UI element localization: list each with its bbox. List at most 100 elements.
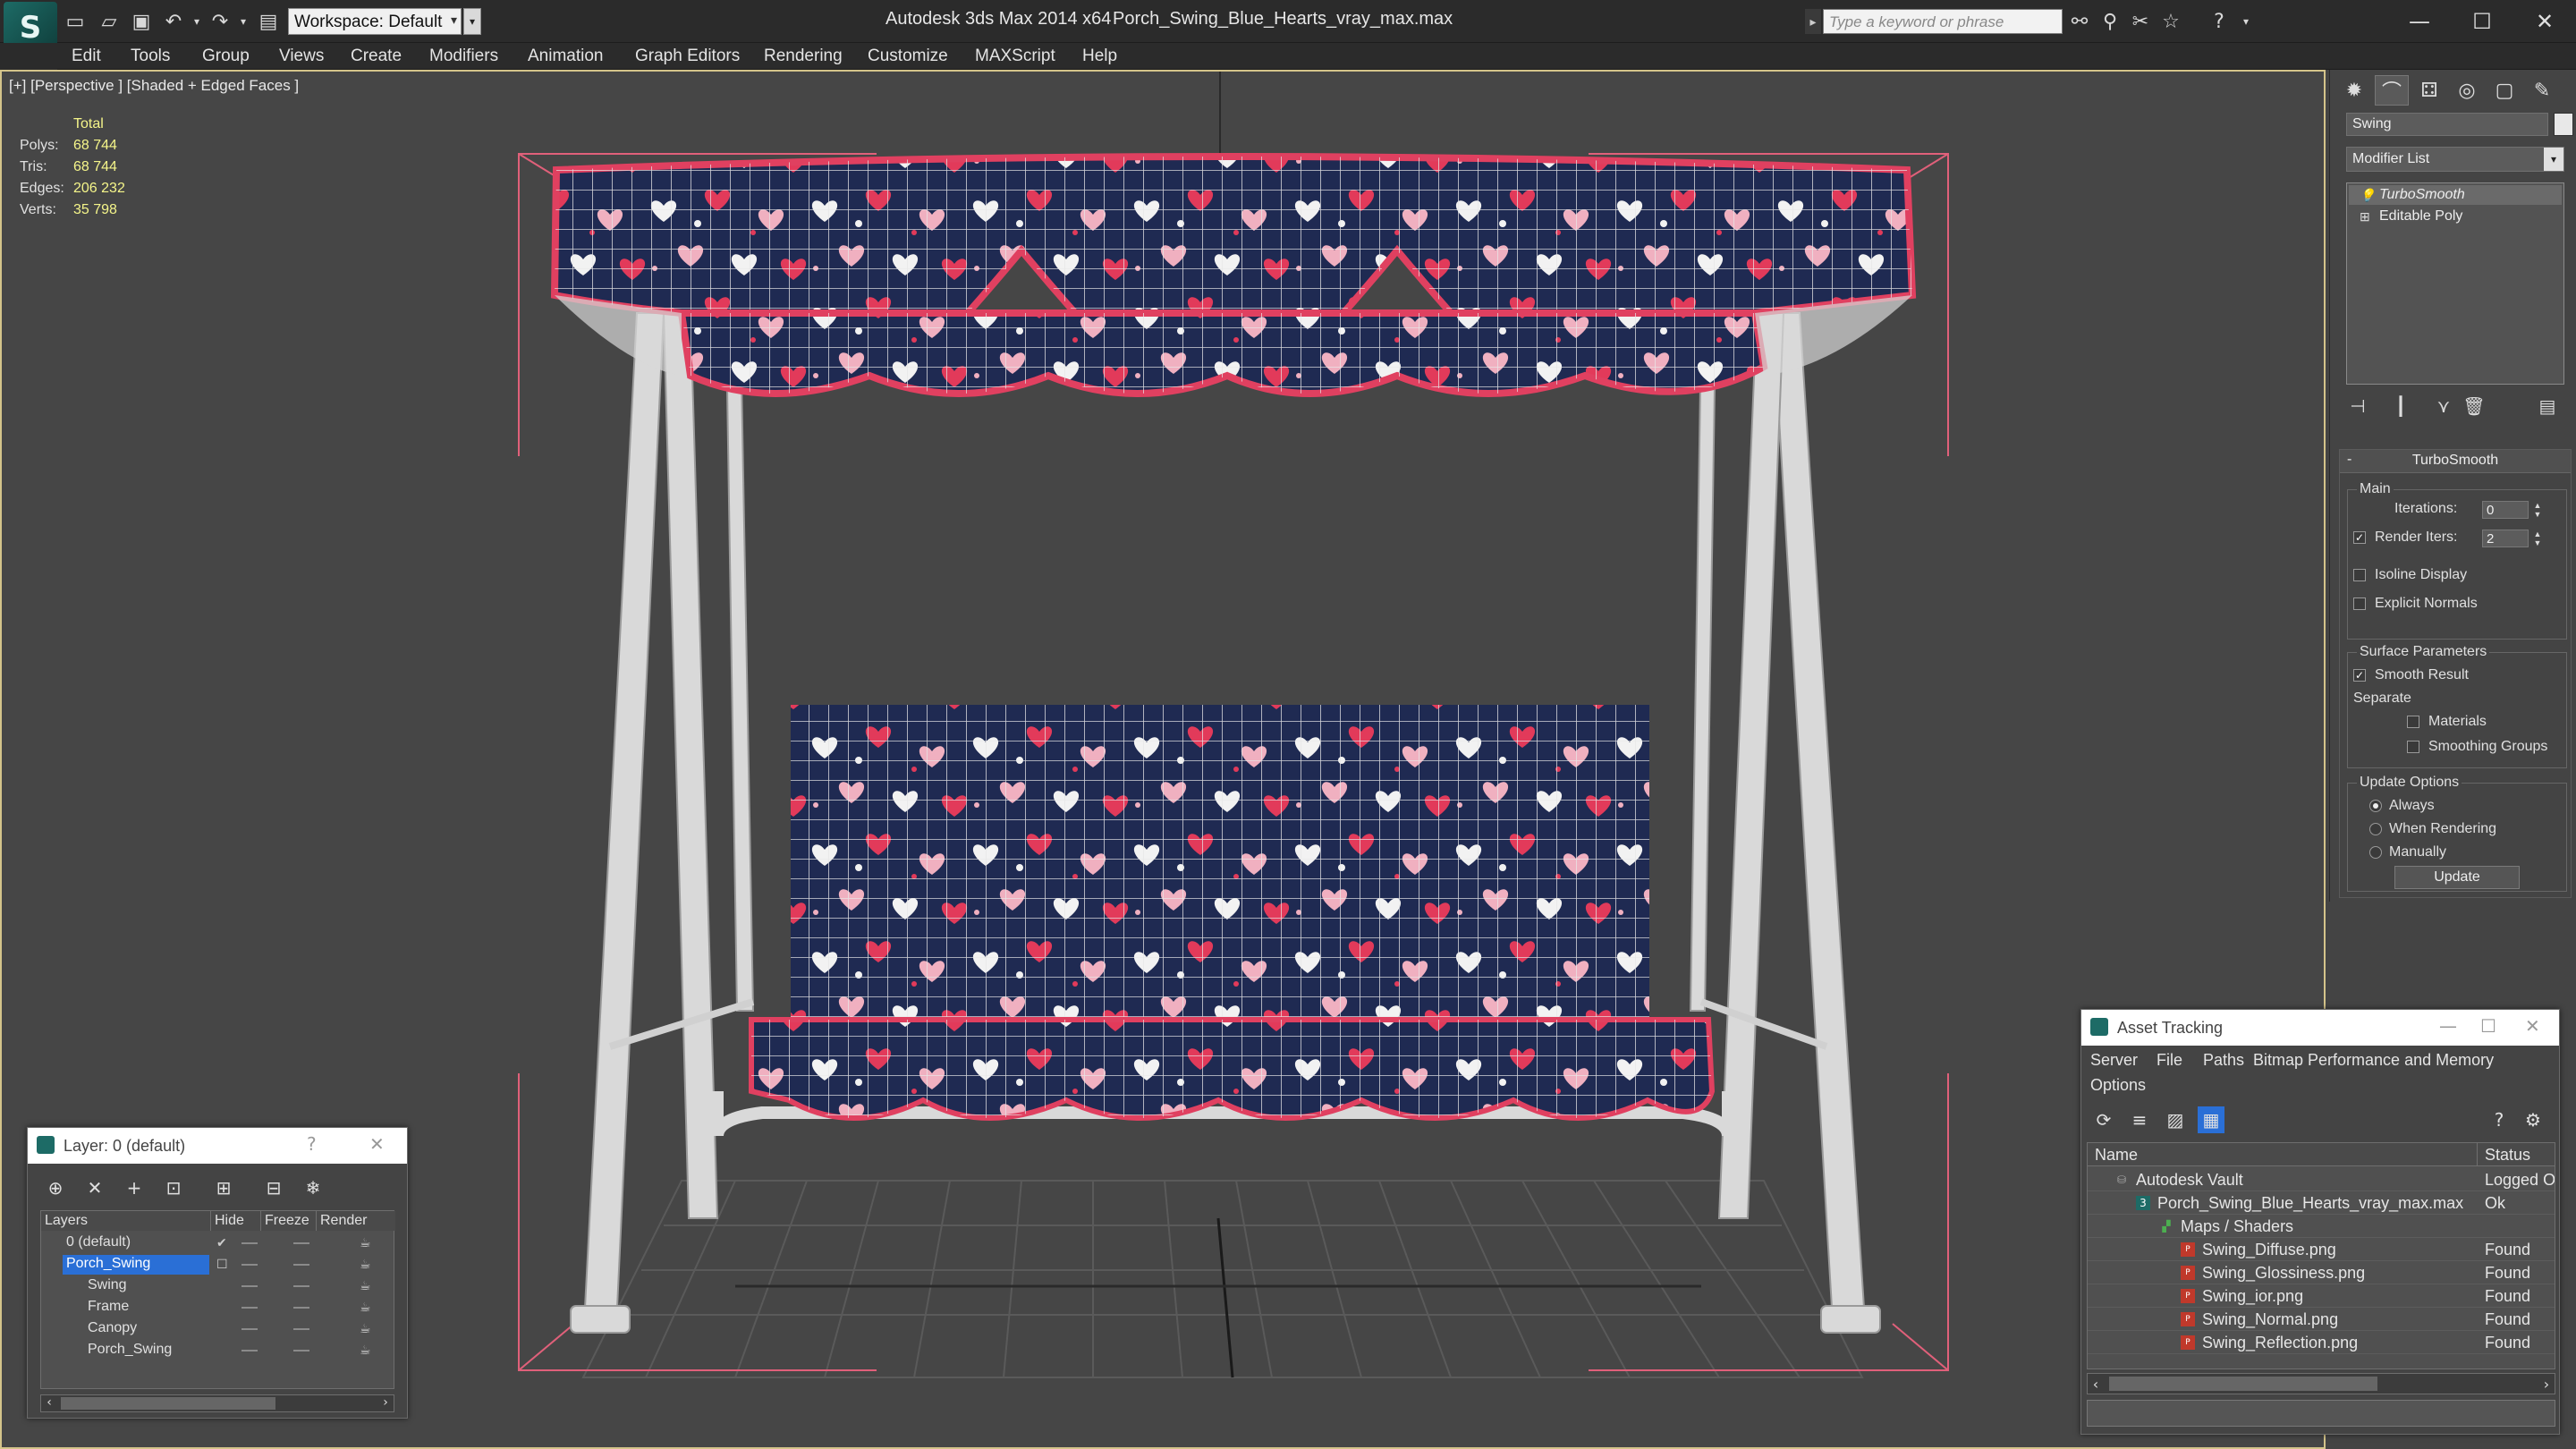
freeze-toggle[interactable]: [293, 1285, 309, 1287]
scroll-right-icon[interactable]: ›: [2538, 1376, 2555, 1393]
modifier-stack[interactable]: 💡 TurboSmooth ⊞ Editable Poly: [2346, 182, 2564, 385]
smoothing-groups-checkbox[interactable]: [2407, 741, 2419, 753]
asset-row[interactable]: P Swing_Normal.png Found: [2088, 1308, 2555, 1331]
asset-path-field[interactable]: [2087, 1400, 2555, 1427]
render-teapot-icon[interactable]: ☕: [360, 1279, 371, 1293]
menu-create[interactable]: Create: [351, 47, 402, 66]
subscription-key-icon[interactable]: ⚲: [2097, 8, 2123, 35]
stack-item-editable-poly[interactable]: ⊞ Editable Poly: [2349, 207, 2562, 226]
freeze-all-layers-icon[interactable]: ❄: [300, 1174, 326, 1201]
open-file-icon[interactable]: ▱: [97, 9, 122, 34]
column-header-layers[interactable]: Layers: [41, 1211, 211, 1231]
maximize-icon[interactable]: ☐: [2451, 4, 2513, 39]
help-icon[interactable]: ?: [307, 1133, 317, 1155]
render-iters-checkbox[interactable]: ✓: [2353, 531, 2366, 544]
show-end-result-icon[interactable]: ┃: [2385, 394, 2416, 419]
close-icon[interactable]: ✕: [2525, 1015, 2540, 1037]
asset-row[interactable]: ⛁ Autodesk Vault Logged O: [2088, 1168, 2555, 1191]
workspace-dropdown-button[interactable]: ▾: [463, 8, 481, 35]
manually-radio[interactable]: [2369, 846, 2382, 859]
iterations-spinner[interactable]: 0: [2482, 501, 2529, 519]
menu-paths[interactable]: Paths: [2203, 1051, 2244, 1070]
display-tab-icon[interactable]: ▢: [2487, 75, 2521, 106]
column-header-name[interactable]: Name: [2088, 1143, 2478, 1166]
rollout-header[interactable]: - TurboSmooth: [2340, 450, 2571, 473]
thumbnail-view-icon[interactable]: ▨: [2162, 1106, 2189, 1133]
table-view-icon[interactable]: ▦: [2198, 1106, 2224, 1133]
menu-customize[interactable]: Customize: [868, 47, 948, 66]
dialog-title-bar[interactable]: Asset Tracking — ☐ ✕: [2081, 1010, 2559, 1046]
redo-dropdown-icon[interactable]: ▾: [231, 9, 256, 34]
scroll-right-icon[interactable]: ›: [377, 1395, 394, 1411]
asset-row[interactable]: P Swing_Diffuse.png Found: [2088, 1238, 2555, 1261]
current-layer-check-icon[interactable]: ✔: [216, 1236, 227, 1250]
scroll-left-icon[interactable]: ‹: [2088, 1376, 2104, 1393]
list-view-icon[interactable]: ≡: [2126, 1106, 2153, 1133]
help-icon[interactable]: ?: [2486, 1106, 2512, 1133]
menu-graph-editors[interactable]: Graph Editors: [635, 47, 740, 66]
viewport-label[interactable]: [+] [Perspective ] [Shaded + Edged Faces…: [9, 77, 299, 95]
close-icon[interactable]: ✕: [2513, 4, 2576, 39]
asset-row[interactable]: ▞ Maps / Shaders: [2088, 1215, 2555, 1238]
close-icon[interactable]: ✕: [369, 1133, 385, 1155]
object-name[interactable]: Frame: [84, 1298, 132, 1318]
favorites-star-icon[interactable]: ☆: [2157, 8, 2184, 35]
explicit-normals-checkbox[interactable]: [2353, 597, 2366, 610]
freeze-toggle[interactable]: [293, 1264, 309, 1266]
isoline-display-checkbox[interactable]: [2353, 569, 2366, 581]
horizontal-scrollbar[interactable]: ‹ ›: [2087, 1373, 2555, 1394]
column-header-freeze[interactable]: Freeze: [261, 1211, 317, 1231]
search-input[interactable]: Type a keyword or phrase: [1823, 9, 2063, 34]
layer-row[interactable]: Frame ☕: [41, 1297, 394, 1318]
render-teapot-icon[interactable]: ☕: [360, 1258, 371, 1272]
menu-help[interactable]: Help: [1082, 47, 1117, 66]
menu-tools[interactable]: Tools: [131, 47, 170, 66]
workspace-select[interactable]: Workspace: Default ▾: [288, 8, 462, 35]
layer-row[interactable]: 0 (default) ✔ ☕: [41, 1233, 394, 1254]
refresh-icon[interactable]: ⟳: [2090, 1106, 2117, 1133]
object-name[interactable]: Canopy: [84, 1319, 140, 1339]
when-rendering-radio[interactable]: [2369, 823, 2382, 835]
help-dropdown-icon[interactable]: ▾: [2233, 8, 2259, 35]
scroll-thumb[interactable]: [61, 1397, 275, 1410]
stack-item-turbosmooth[interactable]: 💡 TurboSmooth: [2349, 185, 2562, 205]
freeze-toggle[interactable]: [293, 1242, 309, 1244]
pin-stack-icon[interactable]: ⊣: [2343, 394, 2373, 419]
menu-server[interactable]: Server: [2090, 1051, 2138, 1070]
undo-icon[interactable]: ↶: [161, 9, 186, 34]
menu-modifiers[interactable]: Modifiers: [429, 47, 498, 66]
hide-toggle[interactable]: [242, 1285, 258, 1287]
asset-row[interactable]: P Swing_Glossiness.png Found: [2088, 1261, 2555, 1284]
minimize-icon[interactable]: —: [2388, 4, 2451, 39]
motion-tab-icon[interactable]: ◎: [2450, 75, 2484, 106]
current-layer-box-icon[interactable]: ☐: [216, 1258, 228, 1272]
menu-file[interactable]: File: [2157, 1051, 2182, 1070]
scroll-thumb[interactable]: [2109, 1377, 2377, 1391]
communication-center-icon[interactable]: ✂: [2127, 8, 2154, 35]
spinner-arrows-icon[interactable]: ▲ ▼: [2532, 530, 2543, 547]
always-radio[interactable]: [2369, 800, 2382, 812]
binoculars-icon[interactable]: ⚯: [2066, 8, 2093, 35]
undo-dropdown-icon[interactable]: ▾: [184, 9, 209, 34]
modify-tab-icon[interactable]: ⌒: [2375, 75, 2409, 106]
search-expand-icon[interactable]: ▸: [1805, 9, 1821, 34]
modifier-list-dropdown[interactable]: Modifier List ▾: [2346, 147, 2564, 172]
object-color-swatch[interactable]: [2554, 113, 2573, 136]
hierarchy-tab-icon[interactable]: ⚃: [2412, 75, 2446, 106]
menu-animation[interactable]: Animation: [528, 47, 604, 66]
hide-toggle[interactable]: [242, 1264, 258, 1266]
save-file-icon[interactable]: ▣: [129, 9, 154, 34]
object-name-field[interactable]: Swing: [2346, 113, 2548, 136]
column-header-status[interactable]: Status: [2478, 1143, 2555, 1166]
hide-toggle[interactable]: [242, 1350, 258, 1352]
menu-rendering[interactable]: Rendering: [764, 47, 843, 66]
layer-name[interactable]: 0 (default): [63, 1233, 134, 1253]
menu-options[interactable]: Options: [2090, 1076, 2146, 1095]
select-objects-icon[interactable]: ⊡: [160, 1174, 187, 1201]
spinner-arrows-icon[interactable]: ▲ ▼: [2532, 501, 2543, 519]
utilities-tab-icon[interactable]: ✎: [2525, 75, 2559, 106]
maximize-icon[interactable]: ☐: [2480, 1015, 2496, 1037]
materials-checkbox[interactable]: [2407, 716, 2419, 728]
render-teapot-icon[interactable]: ☕: [360, 1322, 371, 1336]
layer-row[interactable]: Porch_Swing ☕: [41, 1340, 394, 1361]
